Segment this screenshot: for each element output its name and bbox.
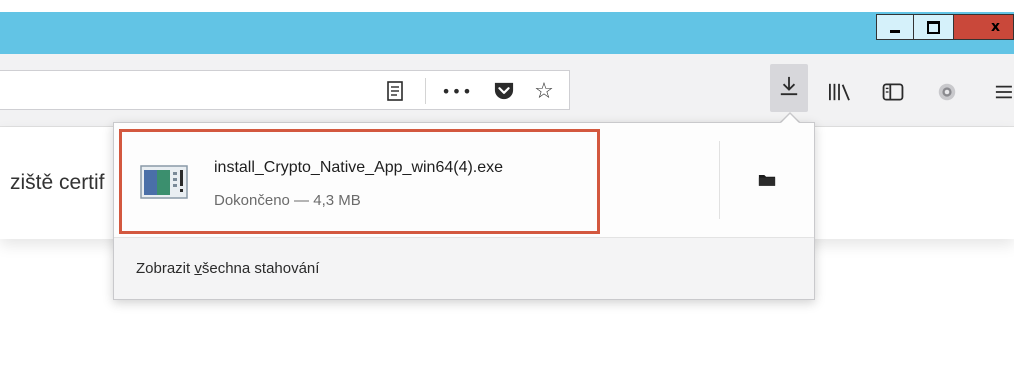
download-status: Dokončeno — 4,3 MB [214,192,361,209]
footer-label-suffix: šechna stahování [201,260,320,277]
bookmark-star-icon[interactable]: ☆ [530,78,558,104]
folder-icon [758,172,776,191]
show-all-downloads-label: Zobrazit všechna stahování [136,260,319,277]
downloads-icon [779,74,799,102]
restore-button[interactable] [914,14,954,40]
titlebar-top-strip [0,0,1014,12]
reader-view-icon[interactable] [383,78,407,104]
restore-icon [927,20,940,34]
show-all-downloads-button[interactable]: Zobrazit všechna stahování [114,237,814,299]
extension-icon[interactable] [932,78,962,106]
window-titlebar: x [0,0,1014,54]
download-file-name: install_Crypto_Native_App_win64(4).exe [214,159,504,176]
hamburger-menu-icon[interactable] [992,78,1014,106]
minimize-icon [890,29,900,33]
url-bar[interactable] [0,70,570,110]
exe-file-icon [140,165,188,199]
library-icon[interactable] [824,78,854,106]
minimize-button[interactable] [876,14,914,40]
sidebar-icon[interactable] [878,78,908,106]
pocket-icon[interactable] [490,78,518,104]
navigation-toolbar: ••• ☆ [0,54,1014,127]
footer-label-accesskey: v [194,260,202,277]
downloads-panel: install_Crypto_Native_App_win64(4).exe D… [113,122,815,300]
downloads-button[interactable] [770,64,808,112]
open-folder-button[interactable] [720,129,814,234]
url-separator [425,78,426,104]
download-item[interactable]: install_Crypto_Native_App_win64(4).exe D… [119,129,600,234]
close-icon: x [990,19,1001,35]
page-partial-text: ziště certif [10,171,105,194]
footer-label-prefix: Zobrazit [136,260,195,277]
panel-arrow [780,114,800,124]
page-actions-icon[interactable]: ••• [440,78,474,104]
close-button[interactable]: x [954,14,1014,40]
